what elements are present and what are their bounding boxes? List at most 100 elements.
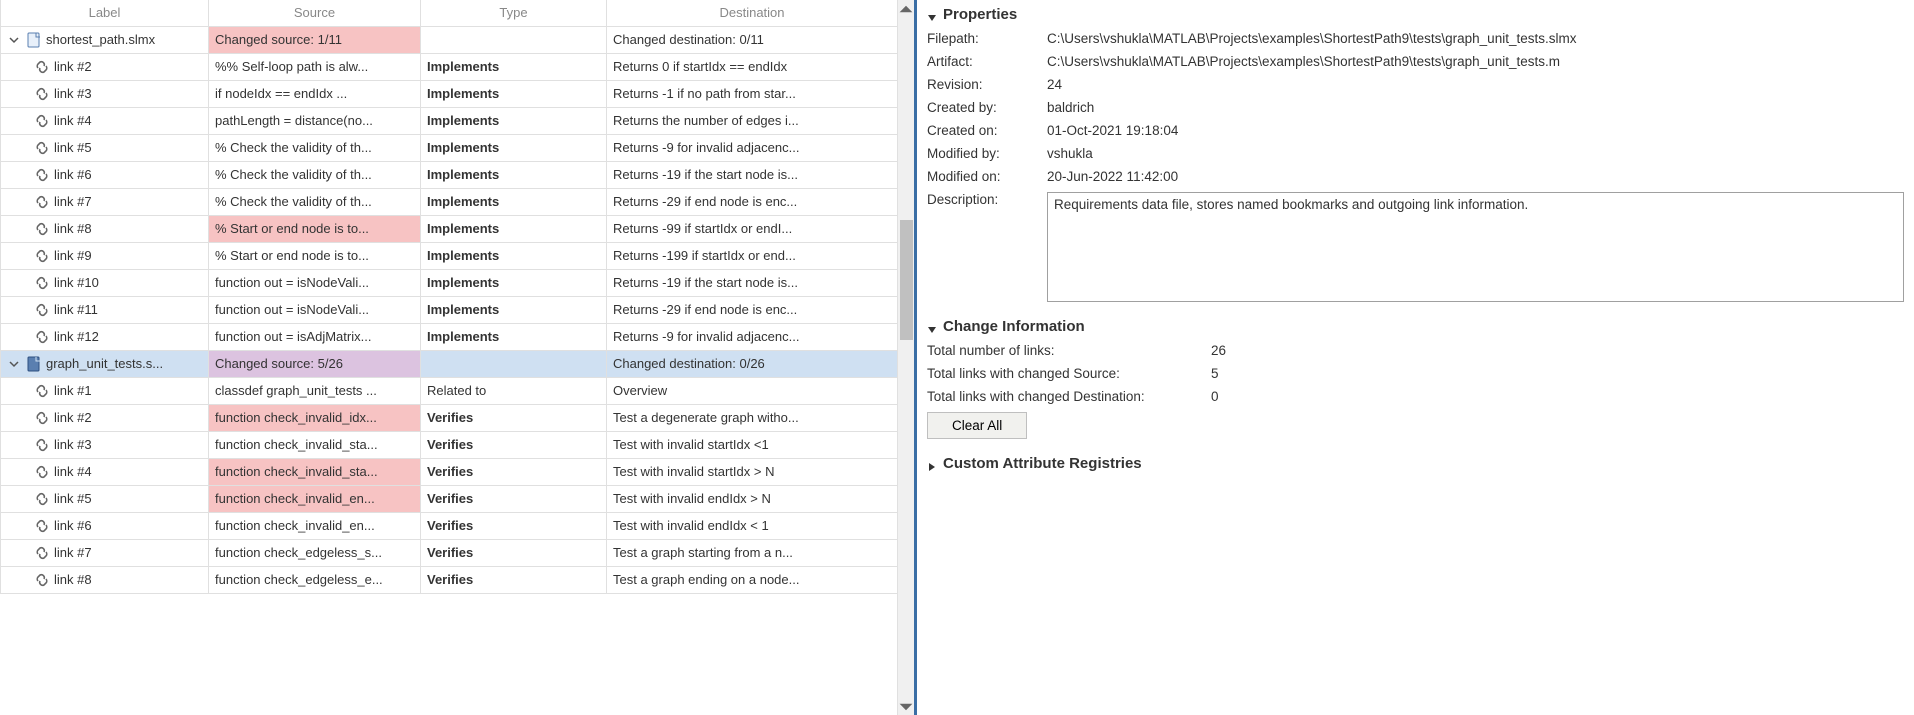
- link-label[interactable]: link #8: [54, 221, 92, 236]
- col-header-type[interactable]: Type: [421, 0, 607, 26]
- link-type[interactable]: Implements: [421, 188, 607, 215]
- link-source[interactable]: function check_invalid_idx...: [209, 404, 421, 431]
- link-destination[interactable]: Returns -99 if startIdx or endI...: [607, 215, 898, 242]
- link-label[interactable]: link #7: [54, 194, 92, 209]
- link-destination[interactable]: Test a graph ending on a node...: [607, 566, 898, 593]
- link-type[interactable]: Verifies: [421, 431, 607, 458]
- expander-icon[interactable]: [7, 35, 21, 45]
- link-source[interactable]: % Start or end node is to...: [209, 215, 421, 242]
- link-destination[interactable]: Returns -199 if startIdx or end...: [607, 242, 898, 269]
- link-destination[interactable]: Returns -1 if no path from star...: [607, 80, 898, 107]
- link-type[interactable]: Implements: [421, 53, 607, 80]
- link-label[interactable]: link #12: [54, 329, 99, 344]
- link-label[interactable]: link #10: [54, 275, 99, 290]
- link-destination[interactable]: Test with invalid endIdx > N: [607, 485, 898, 512]
- link-destination[interactable]: Test with invalid startIdx <1: [607, 431, 898, 458]
- link-type[interactable]: Verifies: [421, 404, 607, 431]
- vertical-scrollbar[interactable]: [897, 0, 914, 715]
- link-destination[interactable]: Test with invalid endIdx < 1: [607, 512, 898, 539]
- section-header-custom-attr[interactable]: Custom Attribute Registries: [917, 449, 1914, 478]
- link-type[interactable]: Implements: [421, 269, 607, 296]
- prop-label: Created by:: [927, 100, 1037, 115]
- group-label[interactable]: graph_unit_tests.s...: [46, 356, 163, 371]
- col-header-destination[interactable]: Destination: [607, 0, 898, 26]
- scroll-up-arrow-icon[interactable]: [898, 0, 914, 17]
- link-label[interactable]: link #3: [54, 437, 92, 452]
- link-type[interactable]: Implements: [421, 242, 607, 269]
- link-label[interactable]: link #1: [54, 383, 92, 398]
- link-type[interactable]: Verifies: [421, 512, 607, 539]
- link-label[interactable]: link #2: [54, 59, 92, 74]
- group-source-summary[interactable]: Changed source: 1/11: [209, 26, 421, 53]
- link-label[interactable]: link #2: [54, 410, 92, 425]
- scroll-down-arrow-icon[interactable]: [898, 698, 914, 715]
- group-type[interactable]: [421, 350, 607, 377]
- link-source[interactable]: function out = isAdjMatrix...: [209, 323, 421, 350]
- link-destination[interactable]: Test with invalid startIdx > N: [607, 458, 898, 485]
- link-destination[interactable]: Test a graph starting from a n...: [607, 539, 898, 566]
- link-source[interactable]: if nodeIdx == endIdx ...: [209, 80, 421, 107]
- link-type[interactable]: Implements: [421, 323, 607, 350]
- scroll-thumb[interactable]: [900, 220, 913, 340]
- group-type[interactable]: [421, 26, 607, 53]
- link-type[interactable]: Implements: [421, 107, 607, 134]
- link-destination[interactable]: Returns -9 for invalid adjacenc...: [607, 134, 898, 161]
- link-type[interactable]: Implements: [421, 215, 607, 242]
- group-label[interactable]: shortest_path.slmx: [46, 32, 155, 47]
- link-type[interactable]: Implements: [421, 296, 607, 323]
- link-source[interactable]: function check_invalid_sta...: [209, 458, 421, 485]
- link-source[interactable]: % Check the validity of th...: [209, 161, 421, 188]
- group-dest-summary[interactable]: Changed destination: 0/26: [607, 350, 898, 377]
- link-label[interactable]: link #5: [54, 140, 92, 155]
- link-source[interactable]: % Check the validity of th...: [209, 188, 421, 215]
- link-source[interactable]: function check_invalid_en...: [209, 512, 421, 539]
- link-label[interactable]: link #4: [54, 113, 92, 128]
- link-type[interactable]: Related to: [421, 377, 607, 404]
- link-label[interactable]: link #6: [54, 518, 92, 533]
- link-destination[interactable]: Test a degenerate graph witho...: [607, 404, 898, 431]
- link-destination[interactable]: Returns -19 if the start node is...: [607, 269, 898, 296]
- section-header-properties[interactable]: Properties: [917, 0, 1914, 29]
- link-type[interactable]: Verifies: [421, 485, 607, 512]
- link-destination[interactable]: Returns -29 if end node is enc...: [607, 296, 898, 323]
- link-label[interactable]: link #3: [54, 86, 92, 101]
- link-label[interactable]: link #9: [54, 248, 92, 263]
- expander-icon[interactable]: [7, 359, 21, 369]
- link-destination[interactable]: Returns -19 if the start node is...: [607, 161, 898, 188]
- link-destination[interactable]: Returns -29 if end node is enc...: [607, 188, 898, 215]
- clear-all-button[interactable]: Clear All: [927, 412, 1027, 439]
- link-type[interactable]: Verifies: [421, 539, 607, 566]
- group-source-summary[interactable]: Changed source: 5/26: [209, 350, 421, 377]
- link-source[interactable]: function out = isNodeVali...: [209, 269, 421, 296]
- link-source[interactable]: function check_invalid_en...: [209, 485, 421, 512]
- link-source[interactable]: %% Self-loop path is alw...: [209, 53, 421, 80]
- link-type[interactable]: Implements: [421, 80, 607, 107]
- link-source[interactable]: % Start or end node is to...: [209, 242, 421, 269]
- link-label[interactable]: link #4: [54, 464, 92, 479]
- description-textarea[interactable]: Requirements data file, stores named boo…: [1047, 192, 1904, 302]
- col-header-label[interactable]: Label: [1, 0, 209, 26]
- link-source[interactable]: function check_edgeless_s...: [209, 539, 421, 566]
- link-label[interactable]: link #8: [54, 572, 92, 587]
- link-source[interactable]: pathLength = distance(no...: [209, 107, 421, 134]
- col-header-source[interactable]: Source: [209, 0, 421, 26]
- link-type[interactable]: Implements: [421, 134, 607, 161]
- link-source[interactable]: function check_edgeless_e...: [209, 566, 421, 593]
- section-header-change-info[interactable]: Change Information: [917, 312, 1914, 341]
- link-label[interactable]: link #11: [54, 302, 98, 317]
- link-label[interactable]: link #6: [54, 167, 92, 182]
- link-source[interactable]: function check_invalid_sta...: [209, 431, 421, 458]
- link-destination[interactable]: Overview: [607, 377, 898, 404]
- link-type[interactable]: Implements: [421, 161, 607, 188]
- link-type[interactable]: Verifies: [421, 458, 607, 485]
- link-source[interactable]: function out = isNodeVali...: [209, 296, 421, 323]
- link-label[interactable]: link #7: [54, 545, 92, 560]
- link-source[interactable]: classdef graph_unit_tests ...: [209, 377, 421, 404]
- link-destination[interactable]: Returns the number of edges i...: [607, 107, 898, 134]
- group-dest-summary[interactable]: Changed destination: 0/11: [607, 26, 898, 53]
- link-label[interactable]: link #5: [54, 491, 92, 506]
- link-destination[interactable]: Returns 0 if startIdx == endIdx: [607, 53, 898, 80]
- link-type[interactable]: Verifies: [421, 566, 607, 593]
- link-source[interactable]: % Check the validity of th...: [209, 134, 421, 161]
- link-destination[interactable]: Returns -9 for invalid adjacenc...: [607, 323, 898, 350]
